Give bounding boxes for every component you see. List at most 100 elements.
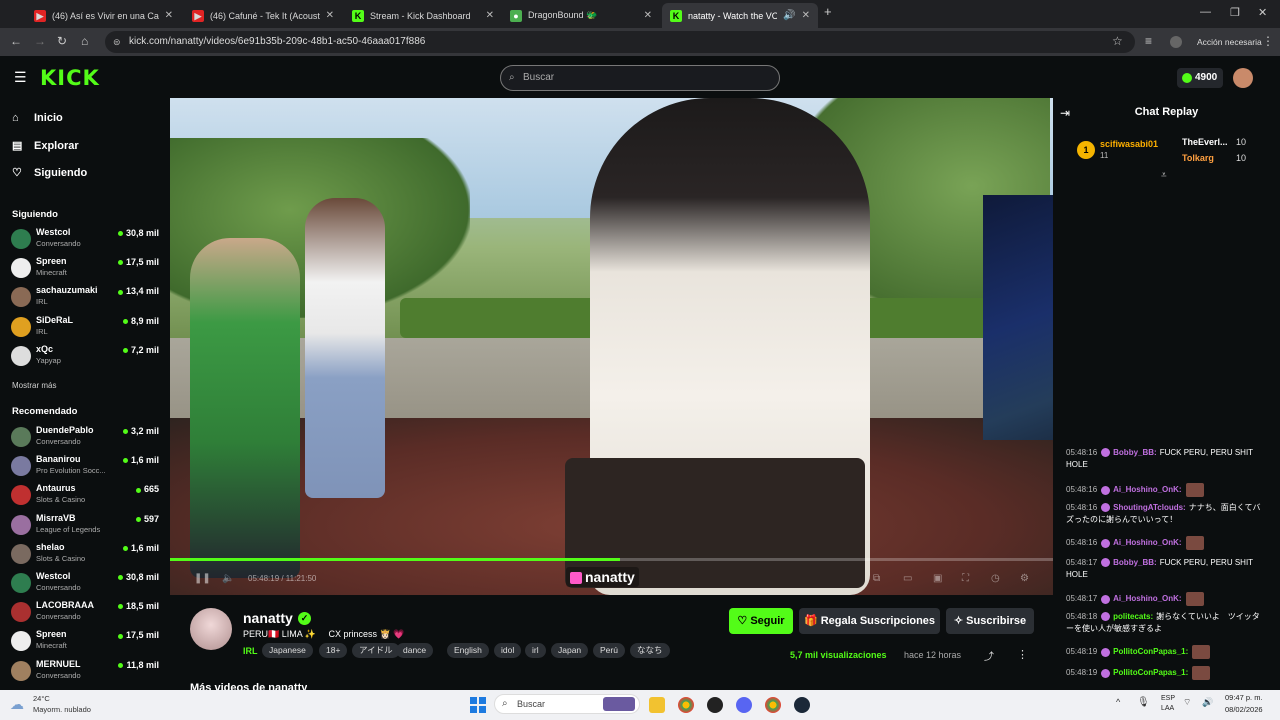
gifter-name[interactable]: TheEverl...: [1182, 137, 1228, 147]
wifi-icon[interactable]: ⌔: [1183, 697, 1191, 708]
chrome-icon[interactable]: [765, 697, 781, 713]
clock-date[interactable]: 08/02/2026: [1225, 705, 1263, 714]
sidebar-channel[interactable]: MisrraVB League of Legends 597: [11, 512, 161, 538]
url-field[interactable]: ⊜ kick.com/nanatty/videos/6e91b35b-209c-…: [105, 31, 1135, 53]
sidebar-channel[interactable]: Westcol Conversando 30,8 mil: [11, 570, 161, 596]
sidebar-channel[interactable]: SiDeRaL IRL 8,9 mil: [11, 314, 161, 340]
microphone-icon[interactable]: 🎙: [1137, 697, 1150, 708]
tag-chip[interactable]: Japanese: [262, 643, 313, 658]
message-username[interactable]: ShoutingATclouds:: [1113, 503, 1186, 512]
message-username[interactable]: politecats:: [1113, 612, 1153, 621]
weather-desc[interactable]: Mayorm. nublado: [33, 705, 91, 714]
close-icon[interactable]: ✕: [486, 10, 494, 21]
app-icon[interactable]: [707, 697, 723, 713]
share-icon[interactable]: ⤴: [984, 648, 994, 663]
search-input[interactable]: ⌕ Buscar: [500, 65, 780, 91]
discord-icon[interactable]: [736, 697, 752, 713]
volume-icon[interactable]: 🔈: [222, 573, 234, 584]
tag-chip[interactable]: dance: [396, 643, 434, 658]
message-username[interactable]: Ai_Hoshino_OnK:: [1113, 538, 1181, 547]
home-icon[interactable]: ⌂: [81, 34, 88, 48]
fullscreen-icon[interactable]: ⛶: [962, 573, 969, 584]
volume-icon[interactable]: 🔊: [1202, 697, 1213, 708]
sidebar-channel[interactable]: Spreen Minecraft 17,5 mil: [11, 255, 161, 281]
site-info-icon[interactable]: ⊜: [113, 31, 121, 53]
speed-icon[interactable]: ◷: [991, 573, 1000, 584]
expand-gifters-icon[interactable]: ⩡: [1161, 170, 1167, 181]
speaker-icon[interactable]: 🔊: [783, 10, 795, 21]
chrome-icon[interactable]: [678, 697, 694, 713]
theater-icon[interactable]: ▭: [903, 573, 912, 584]
sidebar-channel[interactable]: Bananirou Pro Evolution Socc... 1,6 mil: [11, 453, 161, 479]
pause-icon[interactable]: ❚❚: [194, 573, 211, 584]
sidebar-channel[interactable]: Antaurus Slots & Casino 665: [11, 482, 161, 508]
forward-icon[interactable]: →: [34, 34, 46, 48]
browser-tab[interactable]: K Stream - Kick Dashboard ✕: [344, 3, 502, 28]
weather-temp[interactable]: 24°C: [33, 694, 50, 703]
sidebar-channel[interactable]: Spreen Minecraft 17,5 mil: [11, 628, 161, 654]
reload-icon[interactable]: ↻: [57, 34, 67, 48]
file-explorer-icon[interactable]: [649, 697, 665, 713]
clock-time[interactable]: 09:47 p. m.: [1225, 693, 1263, 702]
back-icon[interactable]: ←: [10, 34, 22, 48]
points-badge[interactable]: 4900: [1177, 68, 1224, 88]
video-progress-bar[interactable]: [170, 558, 1053, 561]
sidebar-channel[interactable]: DuendePablo Conversando 3,2 mil: [11, 424, 161, 450]
streamer-avatar[interactable]: [190, 608, 232, 650]
sidebar-channel[interactable]: sachauzumaki IRL 13,4 mil: [11, 284, 161, 310]
sidebar-channel[interactable]: shelao Slots & Casino 1,6 mil: [11, 541, 161, 567]
browser-tab[interactable]: ● DragonBound 🐲 ✕: [502, 3, 660, 28]
media-icon[interactable]: ≡: [1145, 34, 1152, 48]
minimize-button[interactable]: —: [1200, 6, 1211, 18]
tray-overflow-icon[interactable]: ^: [1116, 697, 1120, 707]
sidebar-channel[interactable]: xQc Yapyap 7,2 mil: [11, 343, 161, 369]
sidebar-channel[interactable]: MERNUEL Conversando 11,8 mil: [11, 658, 161, 684]
menu-icon[interactable]: ⋮: [1262, 34, 1274, 48]
tag-chip[interactable]: English: [447, 643, 489, 658]
close-icon[interactable]: ✕: [644, 10, 652, 21]
sidebar-nav-following[interactable]: ♡ Siguiendo: [12, 166, 87, 179]
bookmark-star-icon[interactable]: ☆: [1112, 34, 1123, 48]
settings-icon[interactable]: ⚙: [1020, 573, 1029, 584]
browser-tab[interactable]: ▶ (46) Así es Vivir en una Casa de ✕: [26, 3, 181, 28]
close-icon[interactable]: ✕: [802, 10, 810, 21]
tag-chip[interactable]: Japan: [551, 643, 589, 658]
browser-tab-active[interactable]: K natatty - Watch the VOD o 🔊 ✕: [662, 3, 818, 28]
close-icon[interactable]: ✕: [326, 10, 334, 21]
sidebar-channel[interactable]: LACOBRAAA Conversando 18,5 mil: [11, 599, 161, 625]
gift-subs-button[interactable]: 🎁 Regala Suscripciones: [799, 608, 940, 634]
sidebar-channel[interactable]: Westcol Conversando 30,8 mil: [11, 226, 161, 252]
top-gifter-name[interactable]: scifiwasabi01: [1100, 139, 1158, 149]
clip-icon[interactable]: ⧉: [873, 573, 880, 584]
show-more-link[interactable]: Mostrar más: [12, 381, 56, 390]
tag-chip[interactable]: irl: [525, 643, 546, 658]
browser-tab[interactable]: ▶ (46) Cafuné - Tek It (Acoustic) | ✕: [184, 3, 342, 28]
language-indicator[interactable]: ESP: [1161, 695, 1175, 702]
category-link[interactable]: IRL: [243, 646, 258, 656]
new-tab-button[interactable]: +: [824, 4, 832, 19]
sidebar-nav-home[interactable]: ⌂ Inicio: [12, 112, 63, 124]
message-username[interactable]: PollitoConPapas_1:: [1113, 668, 1188, 677]
profile-avatar[interactable]: [1170, 36, 1182, 48]
close-window-button[interactable]: ✕: [1258, 6, 1267, 19]
sidebar-nav-browse[interactable]: ▤ Explorar: [12, 139, 79, 152]
language-layout[interactable]: LAA: [1161, 705, 1174, 712]
taskbar-search[interactable]: ⌕ Buscar: [494, 694, 640, 714]
kick-logo[interactable]: KICK: [40, 66, 100, 90]
tag-chip[interactable]: idol: [494, 643, 522, 658]
video-player[interactable]: [170, 98, 1053, 595]
follow-button[interactable]: ♡ Seguir: [729, 608, 793, 634]
streamer-name[interactable]: nanatty: [243, 610, 293, 626]
tag-chip[interactable]: Perú: [593, 643, 625, 658]
close-icon[interactable]: ✕: [165, 10, 173, 21]
message-username[interactable]: Bobby_BB:: [1113, 448, 1157, 457]
message-username[interactable]: Ai_Hoshino_OnK:: [1113, 594, 1181, 603]
tag-chip[interactable]: 18+: [319, 643, 348, 658]
tag-chip[interactable]: ななち: [630, 643, 670, 658]
message-username[interactable]: Ai_Hoshino_OnK:: [1113, 485, 1181, 494]
weather-icon[interactable]: ☁: [10, 696, 24, 713]
pip-icon[interactable]: ▣: [933, 573, 942, 584]
steam-icon[interactable]: [794, 697, 810, 713]
action-needed-label[interactable]: Acción necesaria: [1197, 37, 1262, 47]
gifter-name[interactable]: Tolkarg: [1182, 153, 1214, 163]
